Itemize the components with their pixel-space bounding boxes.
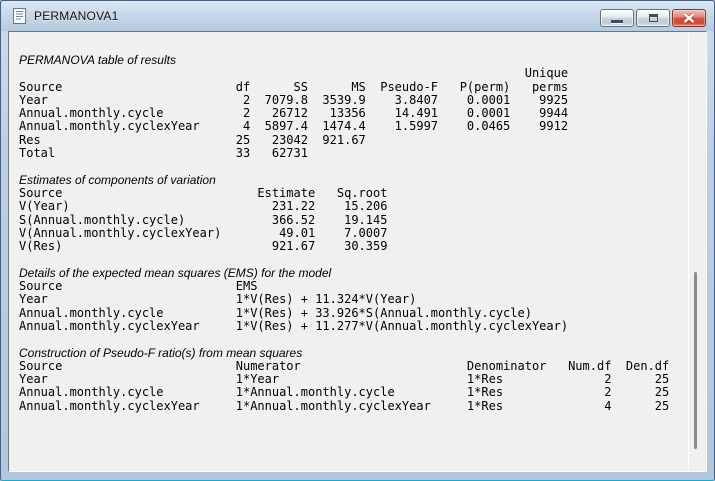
results-output-area: PERMANOVA table of results Unique Source… (8, 31, 707, 472)
restore-button[interactable] (636, 9, 670, 27)
ems-text: Source EMS Year 1*V(Res) + 11.324*V(Year… (19, 280, 688, 333)
section-title: Details of the expected mean squares (EM… (19, 267, 688, 280)
document-icon (12, 8, 27, 24)
pseudo-f-construction-text: Source Numerator Denominator Num.df Den.… (19, 360, 688, 413)
components-of-variation-text: Source Estimate Sq.root V(Year) 231.22 1… (19, 187, 688, 253)
vertical-scrollbar-thumb[interactable] (694, 272, 697, 449)
close-button[interactable] (672, 9, 706, 27)
results-text: PERMANOVA table of results Unique Source… (9, 32, 688, 471)
window-title: PERMANOVA1 (34, 9, 118, 23)
minimize-button[interactable] (600, 9, 634, 27)
permanova-results-window: PERMANOVA1 PERMANOVA table of results (0, 0, 715, 481)
close-icon (683, 13, 695, 23)
section-title: PERMANOVA table of results (19, 54, 688, 67)
section-title: Construction of Pseudo-F ratio(s) from m… (19, 347, 688, 360)
components-of-variation-section: Estimates of components of variation Sou… (19, 174, 688, 254)
permanova-table-section: PERMANOVA table of results Unique Source… (19, 54, 688, 160)
permanova-table-text: Unique Source df SS MS Pseudo-F P(perm) … (19, 67, 688, 160)
pseudo-f-construction-section: Construction of Pseudo-F ratio(s) from m… (19, 347, 688, 413)
caption-buttons (600, 9, 706, 27)
minimize-icon (611, 20, 623, 23)
restore-icon (649, 14, 658, 22)
scrollbar-track-separator (688, 33, 689, 470)
section-title: Estimates of components of variation (19, 174, 688, 187)
ems-section: Details of the expected mean squares (EM… (19, 267, 688, 333)
